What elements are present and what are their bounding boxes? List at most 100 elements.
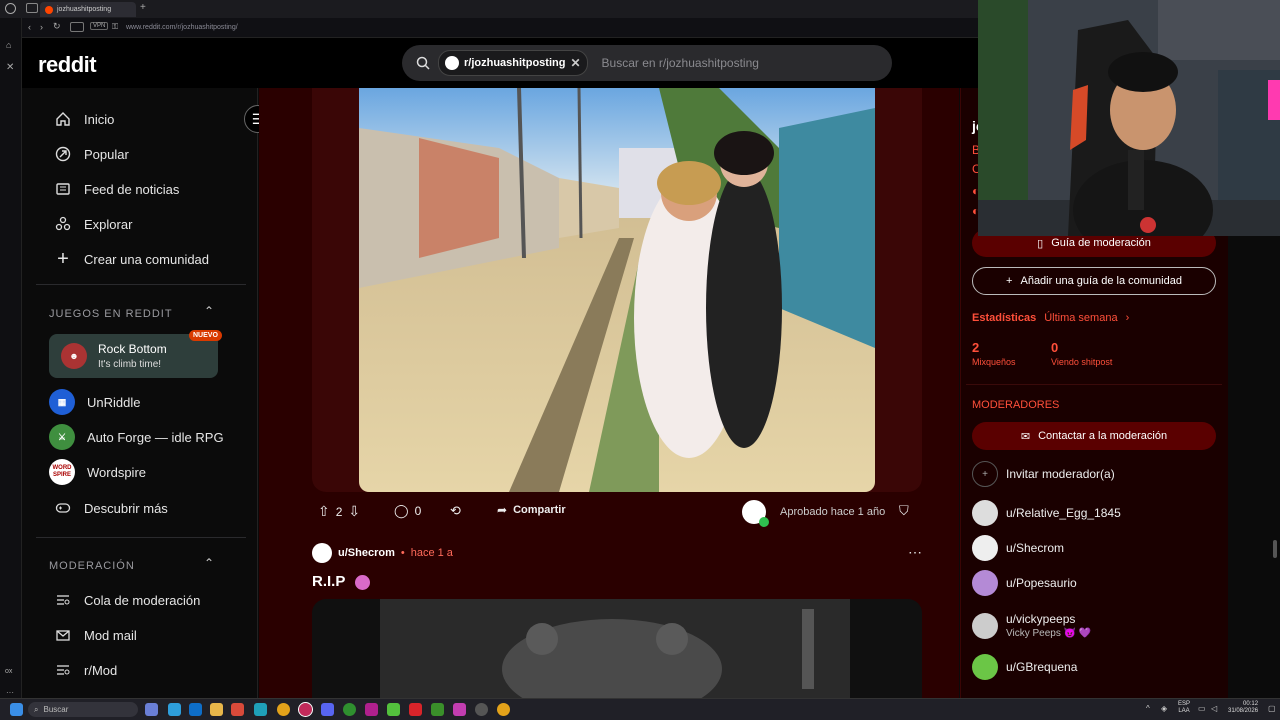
rail-bottom-icon[interactable]: ox <box>5 668 12 675</box>
invite-moderator[interactable]: + Invitar moderador(a) <box>972 461 1115 487</box>
browser-logo-icon[interactable] <box>5 3 16 14</box>
nav-item-descubrir[interactable]: Descubrir más <box>54 499 168 517</box>
app-icon[interactable] <box>409 703 422 716</box>
app-icon[interactable] <box>453 703 466 716</box>
network-icon[interactable]: ▭ <box>1198 704 1206 713</box>
language-indicator[interactable]: ESP LAA <box>1178 701 1190 715</box>
nav-label: Descubrir más <box>84 500 168 516</box>
explorer-icon[interactable] <box>210 703 223 716</box>
discord-icon[interactable] <box>321 703 334 716</box>
remove-chip-icon[interactable]: ✕ <box>570 56 580 70</box>
home-icon <box>54 110 72 128</box>
app-icon[interactable] <box>365 703 378 716</box>
add-guide-button[interactable]: + Añadir una guía de la comunidad <box>972 267 1216 295</box>
moderator-name: u/Relative_Egg_1845 <box>1006 506 1121 520</box>
games-section-header[interactable]: JUEGOS EN REDDIT <box>49 308 173 320</box>
nav-item-crear-comunidad[interactable]: + Crear una comunidad <box>54 248 210 270</box>
chevron-up-icon[interactable]: ⌃ <box>204 556 214 570</box>
shield-icon[interactable]: ⛉ <box>899 503 909 519</box>
comment-icon: ◯ <box>394 503 409 518</box>
store-icon[interactable] <box>168 703 181 716</box>
nav-item-feed[interactable]: Feed de noticias <box>54 180 179 198</box>
reload-icon[interactable]: ↻ <box>53 21 61 32</box>
forward-icon[interactable]: › <box>40 22 43 32</box>
chevron-right-icon[interactable]: › <box>1126 312 1130 324</box>
game-card-rock-bottom[interactable]: ☻ Rock Bottom It's climb time! NUEVO <box>49 330 222 378</box>
clock[interactable]: 00:12 31/08/2026 <box>1228 701 1258 715</box>
downvote-icon[interactable]: ⇩ <box>348 503 360 520</box>
moderation-section-header[interactable]: MODERACIÓN <box>49 560 135 572</box>
nav-item-popular[interactable]: Popular <box>54 145 129 163</box>
moderator-item[interactable]: u/Relative_Egg_1845 <box>972 500 1121 526</box>
browser-tab[interactable]: jozhuashitposting <box>40 2 136 17</box>
more-options-icon[interactable]: ⋯ <box>908 544 922 561</box>
nav-item-r-mod[interactable]: r/Mod <box>54 661 117 679</box>
contact-mods-button[interactable]: ✉ Contactar a la moderación <box>972 422 1216 450</box>
tab-overview-icon[interactable] <box>26 3 38 13</box>
post-title[interactable]: R.I.P <box>312 573 371 590</box>
windows-start-icon[interactable] <box>10 703 23 716</box>
chevron-up-icon[interactable]: ⌃ <box>204 304 214 318</box>
back-icon[interactable]: ‹ <box>28 22 31 32</box>
reddit-favicon-icon <box>45 5 53 14</box>
app-icon[interactable] <box>475 703 488 716</box>
nav-item-explorar[interactable]: Explorar <box>54 215 132 233</box>
game-item-unriddle[interactable]: ▦ UnRiddle <box>49 389 140 415</box>
nav-item-mod-queue[interactable]: Cola de moderación <box>54 591 200 609</box>
scrollbar[interactable] <box>1273 540 1277 558</box>
search-input[interactable]: Buscar en r/jozhuashitposting <box>602 56 759 70</box>
moderator-item[interactable]: u/Shecrom <box>972 535 1064 561</box>
author-avatar[interactable] <box>312 543 332 563</box>
more-icon[interactable]: ··· <box>6 688 14 697</box>
game-item-auto-forge[interactable]: ⚔ Auto Forge — idle RPG <box>49 424 224 450</box>
reddit-logo[interactable]: reddit <box>38 52 97 78</box>
chrome-icon[interactable] <box>277 703 290 716</box>
nav-item-inicio[interactable]: Inicio <box>54 110 114 128</box>
xbox-icon[interactable] <box>343 703 356 716</box>
vpn-badge[interactable]: VPN <box>90 22 109 30</box>
moderator-item[interactable]: u/vickypeeps Vicky Peeps 😈 💜 <box>972 612 1091 639</box>
close-rail-icon[interactable]: ✕ <box>6 62 14 73</box>
share-button[interactable]: ➦ Compartir <box>497 503 566 517</box>
moderator-item[interactable]: u/GBrequena <box>972 654 1077 680</box>
nav-label: Cola de moderación <box>84 592 201 608</box>
search-bar[interactable]: r/jozhuashitposting ✕ Buscar en r/jozhua… <box>402 45 892 81</box>
post-image[interactable] <box>359 88 875 492</box>
rail-icon[interactable]: ⌂ <box>6 40 11 50</box>
post-author[interactable]: u/Shecrom <box>338 547 395 559</box>
taskbar-search[interactable]: ⌕ Buscar <box>28 702 138 717</box>
url-text[interactable]: www.reddit.com/r/jozhuashitposting/ <box>126 24 238 31</box>
community-search-chip[interactable]: r/jozhuashitposting ✕ <box>438 50 588 76</box>
moderator-item[interactable]: u/Popesaurio <box>972 570 1077 596</box>
game-label: Auto Forge — idle RPG <box>87 429 224 445</box>
new-tab-icon[interactable]: + <box>140 2 146 13</box>
volume-icon[interactable]: ◁ <box>1211 704 1217 713</box>
game-item-wordspire[interactable]: WORD SPIRE Wordspire <box>49 459 146 485</box>
mail-app-icon[interactable] <box>189 703 202 716</box>
app-icon[interactable] <box>387 703 400 716</box>
upvote-icon[interactable]: ⇧ <box>318 503 330 520</box>
stats-label: Estadísticas <box>972 312 1037 324</box>
game-title: Rock Bottom <box>98 342 167 356</box>
widgets-icon[interactable] <box>145 703 158 716</box>
app-icon[interactable] <box>231 703 244 716</box>
new-badge: NUEVO <box>189 330 222 341</box>
home-browser-icon[interactable] <box>70 22 84 32</box>
minecraft-icon[interactable] <box>431 703 444 716</box>
tray-app-icon[interactable]: ◈ <box>1161 704 1167 713</box>
lock-icon: ⚿ <box>112 22 119 31</box>
nav-item-mod-mail[interactable]: Mod mail <box>54 626 137 644</box>
comments-button[interactable]: ◯ 0 <box>394 503 421 519</box>
tray-chevron-icon[interactable]: ^ <box>1146 704 1150 713</box>
nav-label: Crear una comunidad <box>84 251 210 267</box>
stats-period[interactable]: Última semana <box>1044 312 1117 324</box>
post2-image[interactable] <box>312 599 922 698</box>
share-icon: ➦ <box>497 503 508 517</box>
plus-icon: + <box>972 461 998 487</box>
app-icon[interactable] <box>254 703 267 716</box>
notifications-icon[interactable]: ▢ <box>1268 704 1276 713</box>
mail-icon: ✉ <box>1020 430 1031 443</box>
crosspost-icon[interactable]: ⟲ <box>450 503 461 519</box>
chrome-icon[interactable] <box>497 703 510 716</box>
opera-icon[interactable] <box>298 702 313 717</box>
